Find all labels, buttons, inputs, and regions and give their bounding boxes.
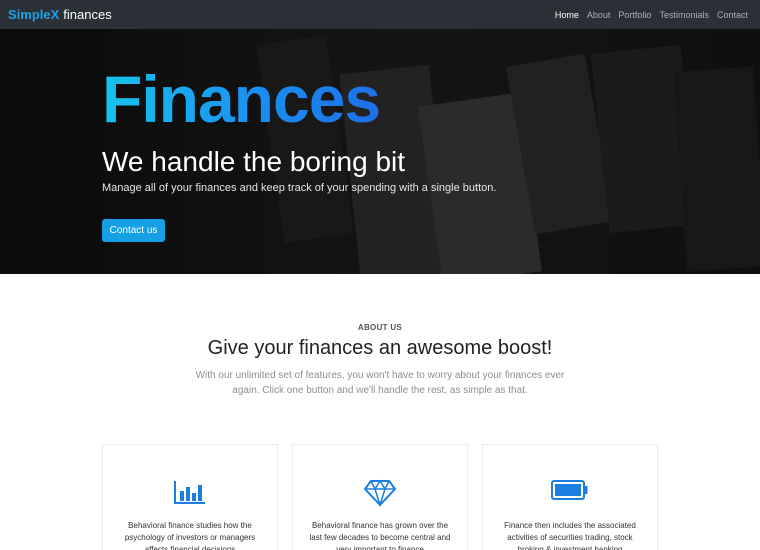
battery-icon <box>483 479 657 501</box>
feature-text-3: Finance then includes the associated act… <box>504 521 636 550</box>
hero-section: Finances We handle the boring bit Manage… <box>0 29 760 274</box>
nav-link-about[interactable]: About <box>587 10 611 20</box>
diamond-icon <box>293 479 467 507</box>
hero-title: Finances <box>102 62 381 136</box>
about-text: With our unlimited set of features, you … <box>195 370 565 396</box>
brand-logo[interactable]: SimpleX finances <box>8 7 112 22</box>
contact-us-button[interactable]: Contact us <box>102 219 165 242</box>
hero-subtitle: We handle the boring bit <box>102 146 406 177</box>
navbar: SimpleX finances Home About Portfolio Te… <box>0 0 760 29</box>
nav-link-home[interactable]: Home <box>555 10 579 20</box>
feature-card-2: Behavioral finance has grown over the la… <box>292 444 468 550</box>
nav-links: Home About Portfolio Testimonials Contac… <box>555 10 748 20</box>
feature-text-2: Behavioral finance has grown over the la… <box>309 521 451 550</box>
about-heading: Give your finances an awesome boost! <box>207 337 553 359</box>
nav-link-portfolio[interactable]: Portfolio <box>618 10 651 20</box>
feature-text-1: Behavioral finance studies how the psych… <box>124 521 256 550</box>
feature-card-3: Finance then includes the associated act… <box>482 444 658 550</box>
brand-secondary: finances <box>63 7 112 22</box>
nav-link-testimonials[interactable]: Testimonials <box>659 10 709 20</box>
brand-primary: SimpleX <box>8 7 60 22</box>
about-label: ABOUT US <box>357 323 403 332</box>
nav-link-contact[interactable]: Contact <box>717 10 748 20</box>
bar-chart-icon <box>103 479 277 505</box>
feature-card-1: Behavioral finance studies how the psych… <box>102 444 278 550</box>
hero-description: Manage all of your finances and keep tra… <box>102 182 497 194</box>
